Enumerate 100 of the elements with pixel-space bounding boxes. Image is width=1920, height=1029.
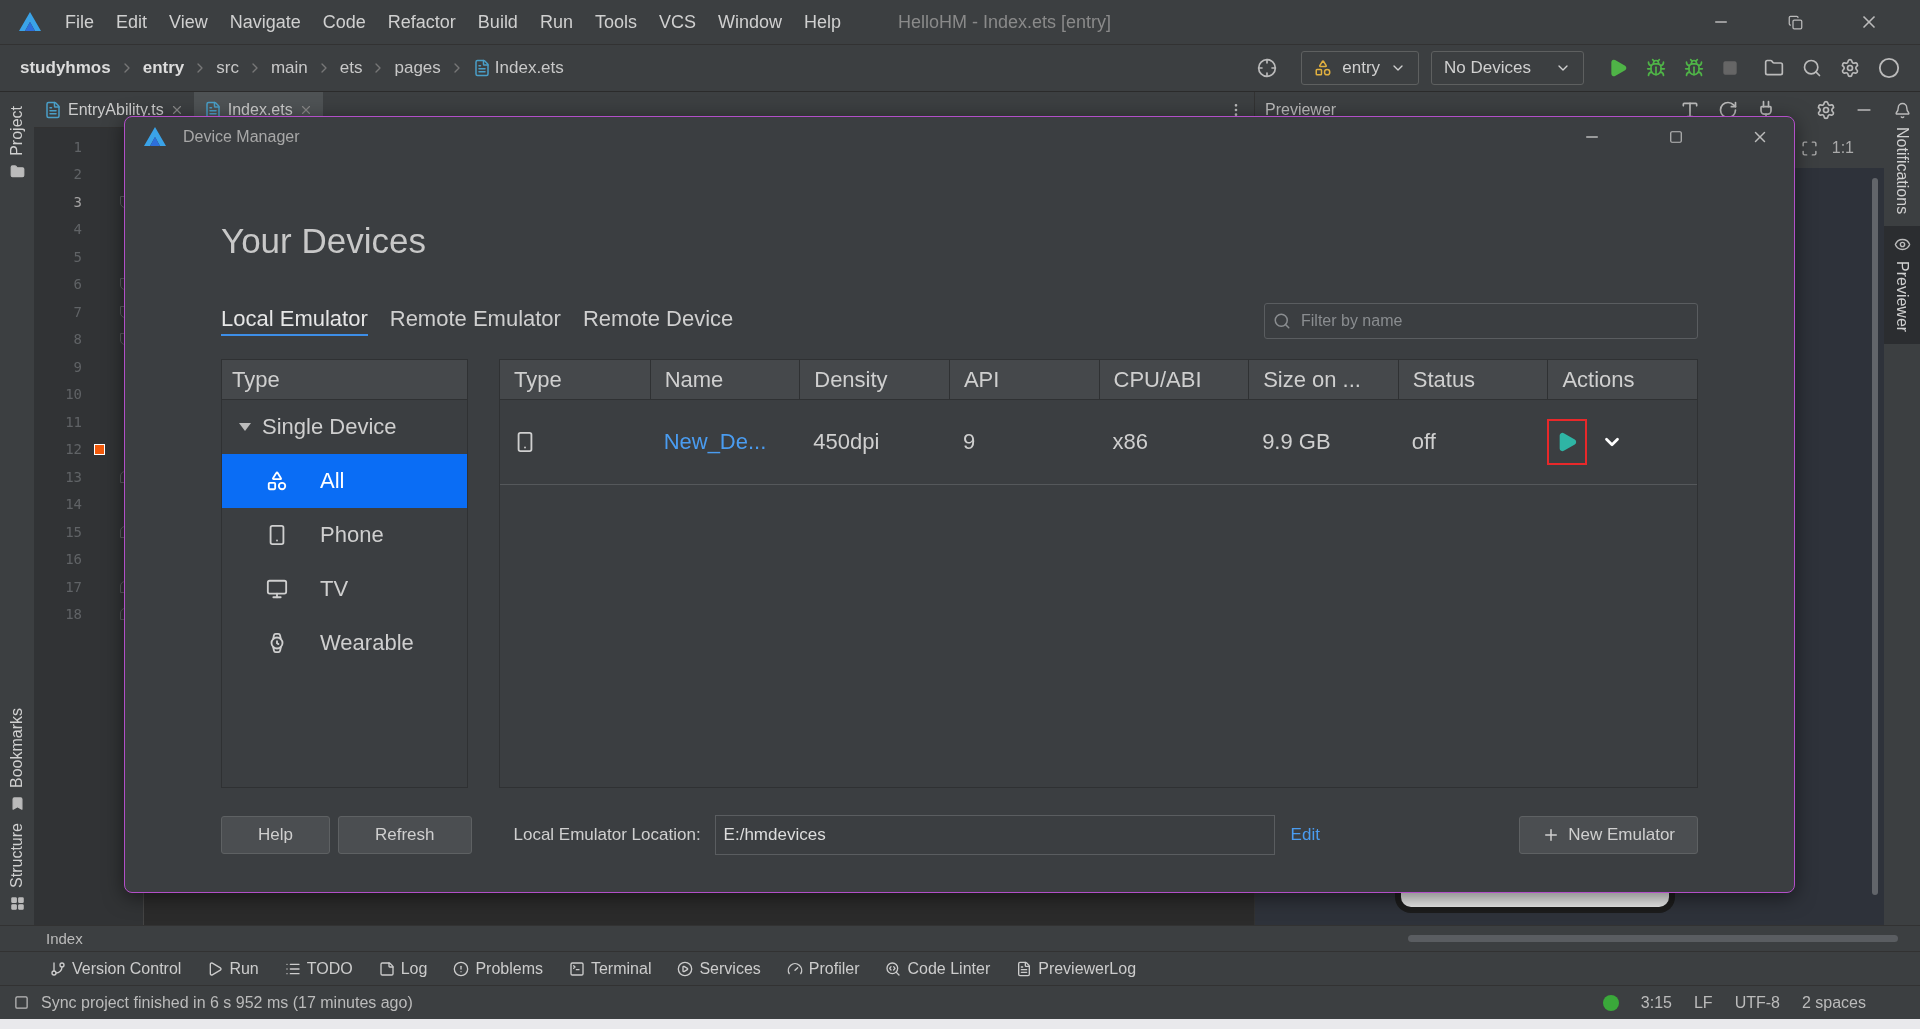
editor-tab[interactable]: EntryAbility.ts	[34, 92, 194, 127]
menu-item[interactable]: File	[54, 11, 105, 33]
settings-icon[interactable]	[1816, 100, 1836, 120]
tool-window-tab[interactable]: Project	[0, 100, 34, 185]
column-header[interactable]: Density	[799, 360, 949, 399]
column-header[interactable]: Size on ...	[1248, 360, 1398, 399]
tool-window-button[interactable]: Profiler	[786, 959, 860, 978]
avatar-icon[interactable]	[1878, 57, 1900, 79]
menu-item[interactable]: Navigate	[218, 11, 312, 33]
breadcrumb-item[interactable]: src	[216, 58, 239, 78]
folder-icon[interactable]	[1764, 58, 1784, 78]
menu-item[interactable]: Edit	[105, 11, 159, 33]
menu-item[interactable]: Run	[528, 11, 584, 33]
tool-window-tab[interactable]: Structure	[0, 817, 34, 925]
grid-icon	[9, 896, 25, 911]
zoom-reset-button[interactable]: 1:1	[1831, 139, 1854, 157]
indent-setting[interactable]: 2 spaces	[1801, 993, 1866, 1012]
tool-window-button[interactable]: Problems	[453, 959, 543, 978]
device-select[interactable]: No Devices	[1431, 51, 1584, 85]
file-encoding[interactable]: UTF-8	[1734, 993, 1780, 1012]
tab[interactable]: Remote Device	[582, 306, 734, 336]
expand-arrow-icon[interactable]	[238, 422, 252, 432]
terminal-icon	[568, 960, 585, 977]
tool-window-button[interactable]: TODO	[284, 959, 353, 978]
maximize-icon[interactable]	[1669, 130, 1683, 144]
tab[interactable]: Local Emulator	[221, 306, 368, 336]
tool-window-tab[interactable]: Previewer	[1884, 226, 1920, 345]
column-header[interactable]: CPU/ABI	[1098, 360, 1249, 399]
breadcrumb-item[interactable]: studyhmos	[20, 58, 111, 78]
scrollbar[interactable]	[1872, 178, 1878, 895]
scrollbar[interactable]	[1408, 935, 1898, 942]
breadcrumb-item[interactable]: entry	[142, 58, 185, 78]
column-header[interactable]: API	[948, 360, 1099, 399]
shapes-icon	[1314, 59, 1333, 77]
tab[interactable]: Remote Emulator	[389, 306, 561, 336]
shapes-icon	[266, 470, 288, 492]
new-emulator-button[interactable]: New Emulator	[1519, 816, 1698, 854]
monitor-icon	[266, 578, 288, 600]
settings-icon[interactable]	[1840, 58, 1860, 78]
location-field[interactable]: E:/hmdevices	[714, 815, 1275, 855]
edit-link[interactable]: Edit	[1290, 825, 1320, 845]
run-config-select[interactable]: entry	[1301, 51, 1420, 85]
column-header[interactable]: Type	[500, 360, 650, 399]
breadcrumb-item[interactable]: Index.ets	[494, 58, 564, 78]
table-cell: off	[1411, 429, 1436, 455]
column-header[interactable]: Actions	[1547, 360, 1697, 399]
device-name-link[interactable]: New_De...	[663, 429, 767, 455]
tool-window-button[interactable]: Terminal	[568, 959, 652, 978]
dialog-button[interactable]: Refresh	[337, 816, 472, 854]
tool-window-button[interactable]: Services	[677, 959, 761, 978]
bookmark-icon	[9, 796, 25, 812]
folder-icon	[9, 163, 25, 179]
menu-item[interactable]: Code	[311, 11, 377, 33]
line-ending[interactable]: LF	[1693, 993, 1713, 1012]
tool-window-button[interactable]: Log	[378, 959, 428, 978]
device-type-item[interactable]: All	[222, 454, 467, 508]
filter-field[interactable]: Filter by name	[1264, 303, 1698, 339]
column-header[interactable]: Status	[1397, 360, 1548, 399]
menu-item[interactable]: Window	[706, 11, 793, 33]
tool-window-button[interactable]: Code Linter	[885, 959, 991, 978]
menu-item[interactable]: View	[158, 11, 219, 33]
menu-item[interactable]: Help	[793, 11, 853, 33]
field-label: Local Emulator Location:	[513, 825, 701, 845]
debug-icon[interactable]	[1646, 58, 1666, 78]
tool-window-button[interactable]: Run	[207, 959, 259, 978]
attach-debugger-icon[interactable]	[1684, 58, 1704, 78]
device-type-item[interactable]: Wearable	[222, 616, 467, 670]
search-icon[interactable]	[1802, 58, 1822, 78]
menu-item[interactable]: Refactor	[376, 11, 467, 33]
run-icon[interactable]	[1608, 58, 1628, 78]
branch-icon	[50, 960, 66, 977]
dialog-button[interactable]: Help	[221, 816, 330, 854]
alert-icon	[453, 960, 470, 977]
breadcrumb-item[interactable]: ets	[339, 58, 363, 78]
breadcrumb-item[interactable]: main	[270, 58, 308, 78]
table-cell: 450dpi	[813, 429, 880, 455]
target-icon[interactable]	[1257, 58, 1278, 78]
breadcrumb-item[interactable]: Index	[46, 930, 83, 947]
tool-window-button[interactable]: PreviewerLog	[1016, 959, 1137, 978]
tree-group[interactable]: Single Device	[222, 400, 467, 454]
tool-window-tab[interactable]: Notifications	[1884, 92, 1920, 227]
launch-button[interactable]	[1547, 419, 1588, 465]
device-type-item[interactable]: TV	[222, 562, 467, 616]
app-logo	[18, 11, 42, 33]
cursor-position[interactable]: 3:15	[1640, 993, 1672, 1012]
tool-window-tab[interactable]: Bookmarks	[0, 702, 34, 818]
menu-item[interactable]: VCS	[647, 11, 707, 33]
status-dot	[1602, 994, 1619, 1011]
menu-item[interactable]: Tools	[583, 11, 648, 33]
tool-window-button[interactable]: Version Control	[50, 959, 182, 978]
status-message: Sync project finished in 6 s 952 ms (17 minutes ago)	[41, 993, 413, 1012]
code-search-icon	[885, 960, 902, 977]
column-header[interactable]: Name	[649, 360, 800, 399]
table-cell: 9	[962, 429, 976, 455]
layout-icon[interactable]	[14, 995, 29, 1010]
fit-icon[interactable]	[1800, 139, 1818, 157]
menu-item[interactable]: Build	[466, 11, 529, 33]
breadcrumb-item[interactable]: pages	[394, 58, 441, 78]
restore-icon[interactable]	[1787, 14, 1803, 30]
device-type-item[interactable]: Phone	[222, 508, 467, 562]
